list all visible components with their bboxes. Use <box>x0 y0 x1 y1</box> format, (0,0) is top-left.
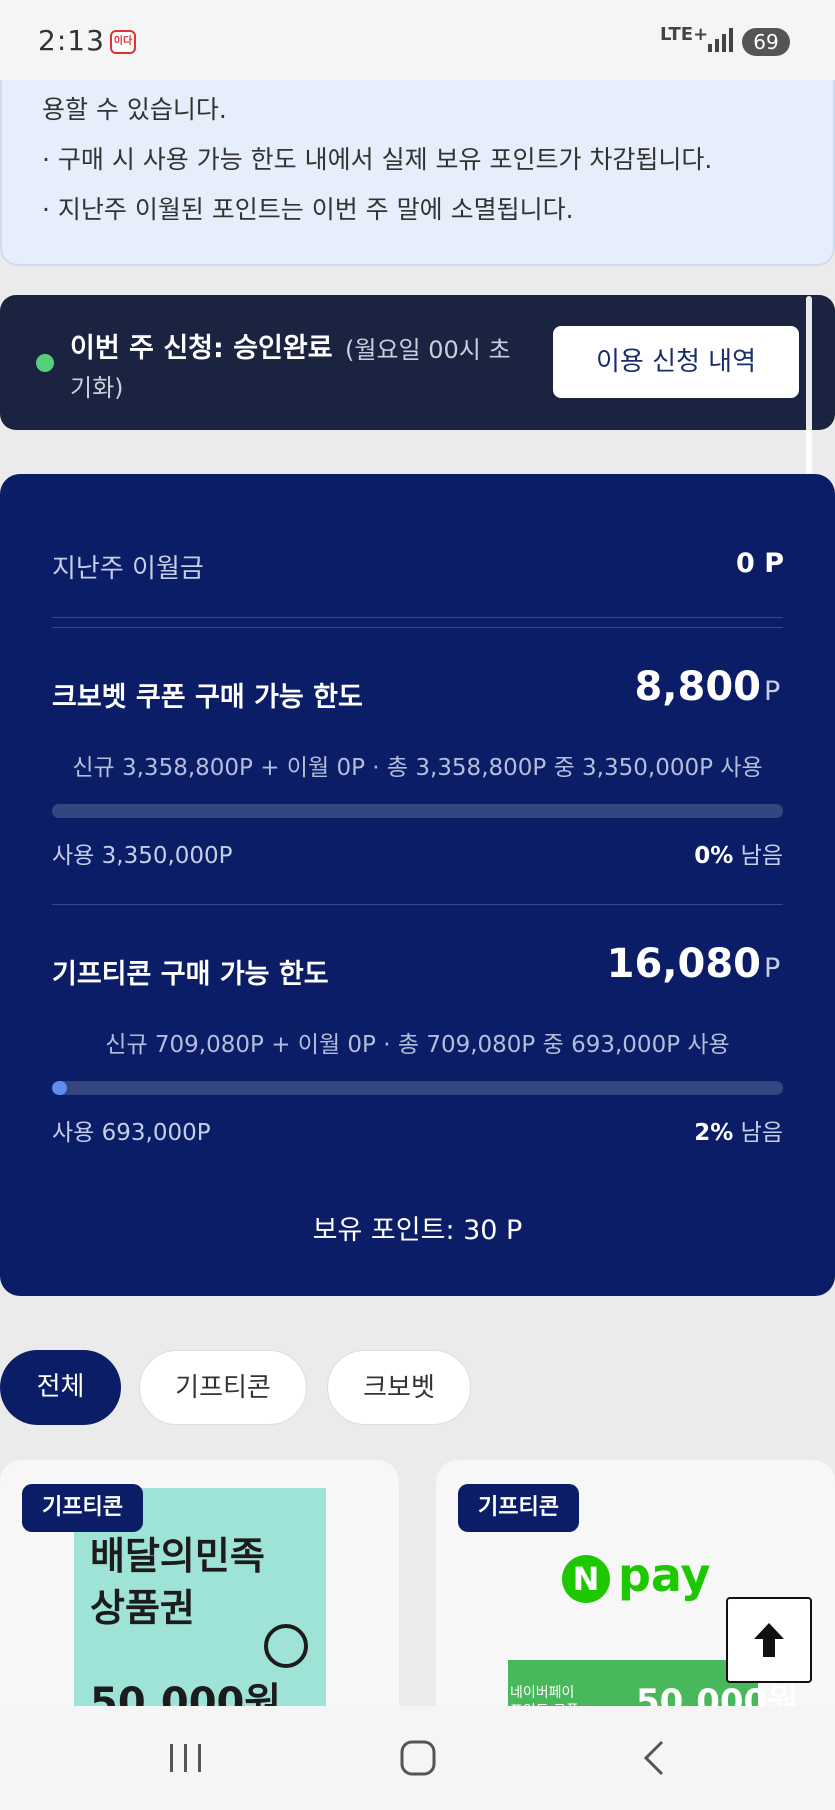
status-bar: 2:13 이다 LTE+ 69 <box>0 0 835 80</box>
app-notification-icon: 이다 <box>110 30 136 54</box>
cobot-used: 사용 3,350,000P <box>52 843 233 869</box>
arrow-up-icon <box>754 1623 784 1657</box>
scroll-top-button[interactable] <box>726 1597 812 1683</box>
cobot-remaining-suffix: 남음 <box>733 843 783 869</box>
cobot-remaining-pct: 0% <box>694 843 734 869</box>
system-nav-bar <box>0 1706 835 1810</box>
signal-icon <box>708 28 733 52</box>
gifticon-remaining: 2% 남음 <box>694 1113 783 1147</box>
gifticon-progress-bar <box>52 1081 783 1095</box>
gifticon-remaining-suffix: 남음 <box>733 1120 783 1146</box>
recent-apps-icon <box>170 1744 201 1772</box>
home-icon <box>400 1740 436 1776</box>
gifticon-limit-amount: 16,080 <box>606 941 761 987</box>
points-panel <box>0 474 835 1296</box>
application-status-note: (월요일 00시 초 <box>345 336 511 364</box>
gifticon-limit-title: 기프티콘 구매 가능 한도 <box>52 959 329 990</box>
cobot-limit-amount: 8,800 <box>634 664 761 710</box>
product-image-title: 배달의민족 상품권 <box>90 1530 265 1634</box>
back-arrow-icon <box>643 1740 664 1776</box>
cobot-limit-unit: P <box>764 676 781 707</box>
gifticon-progress-fill <box>52 1081 67 1095</box>
gifticon-used: 사용 693,000P <box>52 1120 211 1146</box>
npay-logo-text: pay <box>618 1548 711 1602</box>
divider <box>52 904 783 905</box>
info-notice: 용할 수 있습니다. · 구매 시 사용 가능 한도 내에서 실제 보유 포인트… <box>0 80 835 266</box>
status-time: 2:13 <box>38 24 105 57</box>
status-dot-icon <box>36 354 54 372</box>
npay-n-icon: N <box>562 1554 610 1603</box>
divider <box>52 627 783 628</box>
back-button[interactable] <box>594 1706 714 1810</box>
filter-cobot[interactable]: 크보벳 <box>327 1350 471 1425</box>
info-line-2: · 구매 시 사용 가능 한도 내에서 실제 보유 포인트가 차감됩니다. <box>42 145 713 174</box>
rice-bowl-icon <box>264 1624 308 1668</box>
product-badge: 기프티콘 <box>22 1484 143 1532</box>
product-image-title-line1: 배달의민족 <box>90 1534 265 1578</box>
info-line-3: · 지난주 이월된 포인트는 이번 주 말에 소멸됩니다. <box>42 195 574 224</box>
battery-icon: 69 <box>742 28 790 56</box>
npay-logo: Npay <box>562 1548 711 1603</box>
application-history-button[interactable]: 이용 신청 내역 <box>553 326 799 398</box>
cobot-remaining: 0% 남음 <box>694 836 783 870</box>
own-points: 보유 포인트: 30 P <box>312 1215 523 1246</box>
cobot-limit-title: 크보벳 쿠폰 구매 가능 한도 <box>52 682 363 713</box>
carryover-value: 0 P <box>736 548 784 579</box>
application-status-note-cont: 기화) <box>70 374 124 402</box>
product-image-title-line2: 상품권 <box>90 1586 195 1630</box>
divider <box>52 617 783 618</box>
filter-all[interactable]: 전체 <box>0 1350 121 1425</box>
gifticon-remaining-pct: 2% <box>694 1120 734 1146</box>
filter-gifticon[interactable]: 기프티콘 <box>139 1350 307 1425</box>
gifticon-limit-unit: P <box>764 953 781 984</box>
application-status-title: 이번 주 신청: 승인완료 <box>70 333 333 364</box>
network-indicator: LTE+ <box>660 24 709 45</box>
cobot-progress-bar <box>52 804 783 818</box>
product-badge: 기프티콘 <box>458 1484 579 1532</box>
info-line-1: 용할 수 있습니다. <box>42 95 227 124</box>
npay-banner-text1: 네이버페이 <box>510 1685 575 1701</box>
gifticon-limit-summary: 신규 709,080P + 이월 0P · 총 709,080P 중 693,0… <box>105 1032 730 1058</box>
recent-apps-button[interactable] <box>126 1706 246 1810</box>
carryover-label: 지난주 이월금 <box>52 554 204 584</box>
cobot-limit-summary: 신규 3,358,800P + 이월 0P · 총 3,358,800P 중 3… <box>72 755 763 781</box>
home-button[interactable] <box>358 1706 478 1810</box>
